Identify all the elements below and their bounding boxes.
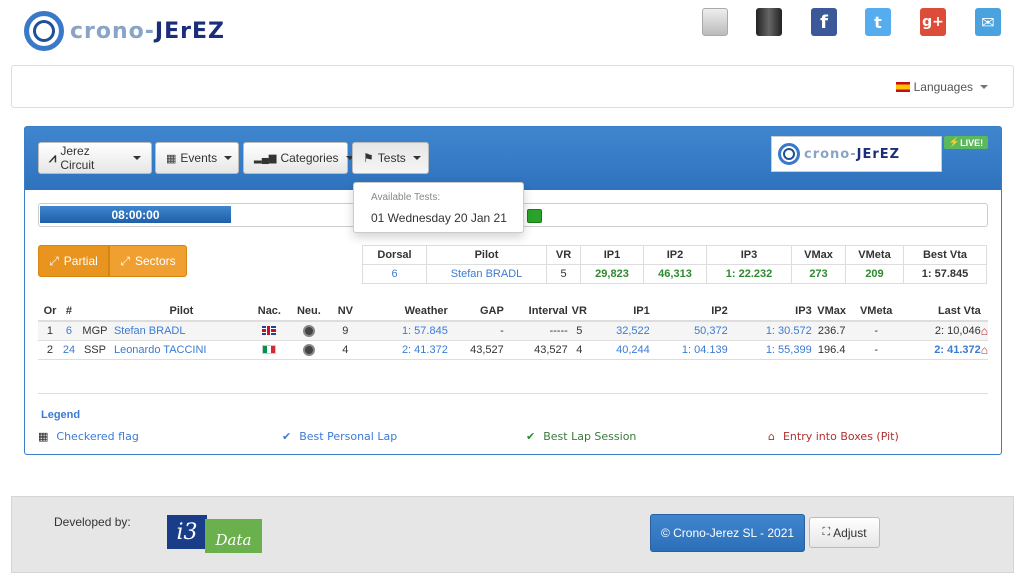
chevron-down-icon bbox=[412, 156, 421, 160]
pit-entry-icon: ⌂ bbox=[980, 323, 988, 338]
flag-icon: ⚑ bbox=[363, 151, 374, 165]
logo-ring-icon bbox=[24, 11, 64, 51]
twitter-icon[interactable]: t bbox=[865, 8, 891, 36]
pit-entry-icon: ⌂ bbox=[980, 342, 988, 357]
i3-data-logo[interactable]: i3 Data bbox=[167, 515, 262, 553]
best-lap-summary: Dorsal Pilot VR IP1 IP2 IP3 VMax VMeta B… bbox=[362, 245, 987, 284]
logo-text-part2: JErEZ bbox=[154, 18, 225, 44]
legend-best-personal-lap: ✔ Best Personal Lap bbox=[282, 430, 398, 443]
chevron-down-icon bbox=[224, 156, 233, 160]
check-circle-icon: ✔ bbox=[282, 430, 292, 443]
summary-row: 6 Stefan BRADL 5 29,823 46,313 1: 22.232… bbox=[362, 264, 987, 284]
logo-text-part1: crono- bbox=[70, 18, 155, 44]
checkered-flag-icon: ▦ bbox=[38, 430, 49, 443]
crono-jerez-logo[interactable]: crono-JErEZ bbox=[24, 7, 280, 55]
adjust-button[interactable]: ⛶ Adjust bbox=[809, 517, 880, 548]
fullscreen-icon: ⛶ bbox=[822, 526, 831, 538]
tyre-icon bbox=[302, 343, 315, 356]
languages-label: Languages bbox=[913, 80, 973, 94]
classification-table: Or # Pilot Nac. Neu. NV Weather GAP Inte… bbox=[38, 302, 988, 360]
legend-best-lap-session: ✔ Best Lap Session bbox=[526, 430, 637, 443]
expand-icon: ⤢ bbox=[49, 253, 59, 268]
facebook-icon[interactable]: f bbox=[811, 8, 837, 36]
live-badge: ⚡ LIVE! bbox=[944, 136, 988, 149]
house-icon: ⌂ bbox=[768, 430, 775, 443]
check-circle-icon: ✔ bbox=[526, 430, 536, 443]
lightning-icon: ⚡ bbox=[948, 137, 961, 147]
tests-menu-header: Available Tests: bbox=[371, 192, 441, 203]
events-dropdown[interactable]: ▦ Events bbox=[155, 142, 239, 174]
panel-brand-logo: crono-JErEZ bbox=[771, 136, 942, 172]
bar-chart-icon: ▂▄▆ bbox=[254, 152, 277, 164]
dark-panel-icon[interactable] bbox=[756, 8, 782, 36]
chevron-down-icon bbox=[980, 85, 988, 89]
email-icon[interactable]: ✉ bbox=[975, 8, 1001, 36]
expand-icon: ⤢ bbox=[120, 253, 130, 268]
gray-box-icon[interactable] bbox=[702, 8, 728, 36]
table-row[interactable]: 2 24 SSP Leonardo TACCINI 4 2: 41.372 43… bbox=[38, 340, 988, 360]
top-navbar bbox=[11, 65, 1014, 108]
tyre-icon bbox=[302, 324, 315, 337]
session-status-light bbox=[527, 209, 542, 223]
divider bbox=[38, 393, 988, 394]
spain-flag-icon bbox=[895, 82, 910, 92]
partial-button[interactable]: ⤢ Partial bbox=[38, 245, 109, 277]
tests-menu-item[interactable]: 01 Wednesday 20 Jan 21 bbox=[371, 211, 507, 225]
sectors-button[interactable]: ⤢ Sectors bbox=[109, 245, 187, 277]
italy-flag-icon bbox=[262, 345, 277, 355]
logo-ring-icon bbox=[778, 143, 800, 165]
road-icon: ⩘ bbox=[49, 150, 57, 165]
copyright-button[interactable]: © Crono-Jerez SL - 2021 bbox=[650, 514, 805, 552]
legend-pit-entry: ⌂ Entry into Boxes (Pit) bbox=[768, 430, 899, 443]
google-plus-icon[interactable]: g+ bbox=[920, 8, 946, 36]
chevron-down-icon bbox=[133, 156, 141, 160]
session-timer-bar: 08:00:00 bbox=[40, 206, 231, 223]
tests-dropdown[interactable]: ⚑ Tests bbox=[352, 142, 429, 174]
developed-by-label: Developed by: bbox=[54, 515, 131, 529]
legend-title: Legend bbox=[41, 409, 81, 421]
languages-dropdown[interactable]: Languages bbox=[895, 80, 988, 94]
calendar-icon: ▦ bbox=[166, 152, 177, 165]
circuit-dropdown[interactable]: ⩘ Jerez Circuit bbox=[38, 142, 152, 174]
tests-menu: Available Tests: 01 Wednesday 20 Jan 21 bbox=[353, 182, 524, 233]
legend-checkered-flag: ▦ Checkered flag bbox=[38, 430, 139, 443]
categories-dropdown[interactable]: ▂▄▆ Categories bbox=[243, 142, 354, 174]
uk-flag-icon bbox=[262, 326, 277, 336]
table-row[interactable]: 1 6 MGP Stefan BRADL 9 1: 57.845 - -----… bbox=[38, 321, 988, 341]
